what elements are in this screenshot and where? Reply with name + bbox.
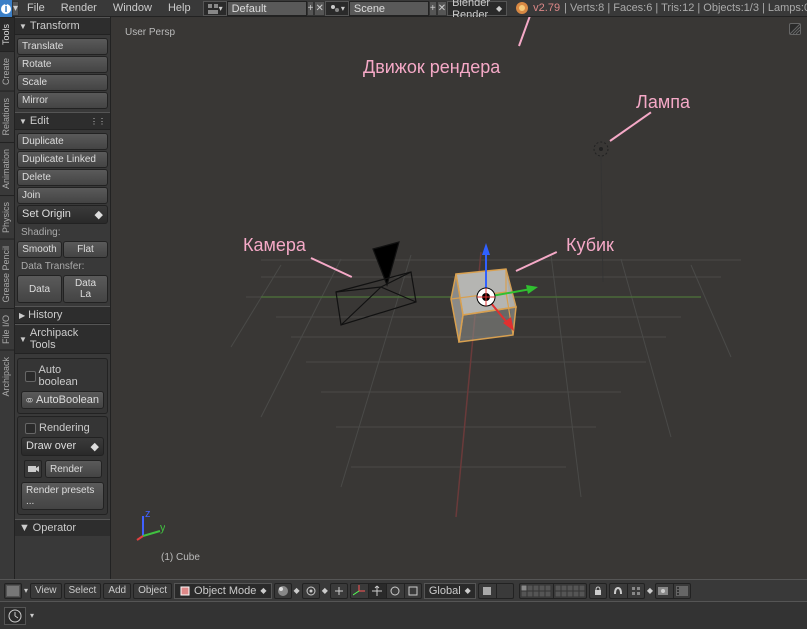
manipulator-rotate-icon[interactable] (386, 583, 404, 599)
mirror-button[interactable]: Mirror (17, 92, 108, 109)
vtab-physics[interactable]: Physics (0, 195, 14, 239)
snap-type-icon[interactable] (627, 583, 645, 599)
3d-viewport[interactable]: User Persp (111, 17, 807, 579)
rendering-row: Rendering (21, 420, 104, 436)
svg-text:y: y (160, 522, 165, 534)
menu-help[interactable]: Help (160, 0, 199, 16)
orientation-dropdown[interactable]: Global◆ (424, 583, 476, 599)
tool-tabs: Tools Create Relations Animation Physics… (0, 17, 15, 579)
menu-add[interactable]: Add (103, 583, 131, 599)
vtab-file-io[interactable]: File I/O (0, 308, 14, 350)
lamp-object[interactable] (594, 142, 608, 282)
menu-render[interactable]: Render (53, 0, 105, 16)
render-engine-dropdown[interactable]: Blender Render ◆ (447, 1, 507, 16)
render-preview-icon[interactable] (655, 583, 673, 599)
manipulator-scale-icon[interactable] (404, 583, 422, 599)
scene-browse-dropdown[interactable]: ▾ (325, 1, 349, 16)
render-anim-icon[interactable] (673, 583, 691, 599)
manipulate-center-icon[interactable] (330, 583, 348, 599)
rendering-checkbox[interactable] (25, 423, 36, 434)
vtab-archipack[interactable]: Archipack (0, 350, 14, 403)
layout-add-button[interactable]: + (307, 1, 315, 16)
translate-button[interactable]: Translate (17, 38, 108, 55)
flat-button[interactable]: Flat (63, 241, 108, 258)
camera-object[interactable] (336, 242, 416, 325)
layout-browse-dropdown[interactable]: ▾ (203, 1, 227, 16)
scene-name-input[interactable] (349, 1, 429, 16)
mode-dropdown[interactable]: Object Mode ◆ (174, 583, 272, 599)
snap-toggle-icon[interactable] (609, 583, 627, 599)
scene-delete-button[interactable]: ✕ (437, 1, 447, 16)
info-editor-icon[interactable]: i (0, 0, 12, 17)
data-button[interactable]: Data (17, 275, 62, 303)
auto-boolean-row: Auto boolean (21, 362, 104, 390)
layer-1[interactable] (478, 583, 496, 599)
layer-2[interactable] (496, 583, 514, 599)
shading-mode-icon[interactable] (274, 583, 292, 599)
lock-icon[interactable] (589, 583, 607, 599)
panel-archipack-header[interactable]: ▼Archipack Tools (15, 324, 110, 354)
editor-type-icon[interactable] (4, 583, 22, 599)
panel-transform-header[interactable]: ▼Transform (15, 17, 110, 35)
manipulator-toggle-icon[interactable] (350, 583, 368, 599)
operator-panel-header[interactable]: ▼ Operator (15, 519, 110, 536)
expand-down-icon[interactable]: ▾ (12, 1, 19, 16)
timeline-editor-icon[interactable] (4, 607, 26, 625)
render-presets-button[interactable]: Render presets ... (21, 482, 104, 510)
join-button[interactable]: Join (17, 187, 108, 204)
menu-view[interactable]: View (30, 583, 62, 599)
panel-history-header[interactable]: ▶History (15, 306, 110, 324)
vtab-relations[interactable]: Relations (0, 91, 14, 142)
draw-over-dropdown[interactable]: Draw over◆ (21, 437, 104, 456)
data-transfer-label: Data Transfer: (17, 259, 108, 274)
vtab-animation[interactable]: Animation (0, 142, 14, 195)
vtab-create[interactable]: Create (0, 51, 14, 91)
pivot-icon[interactable] (302, 583, 320, 599)
menu-select[interactable]: Select (64, 583, 102, 599)
data-layout-button[interactable]: Data La (63, 275, 108, 303)
scene-add-button[interactable]: + (429, 1, 437, 16)
layout-delete-button[interactable]: ✕ (314, 1, 324, 16)
top-menu-bar: i ▾ File Render Window Help ▾ + ✕ ▾ + ✕ … (0, 0, 807, 17)
layers-grid[interactable] (519, 583, 587, 599)
camera-icon-button[interactable] (24, 460, 42, 478)
smooth-button[interactable]: Smooth (17, 241, 62, 258)
stats-text: Verts:8 | Faces:6 | Tris:12 | Objects:1/… (570, 2, 807, 14)
scale-button[interactable]: Scale (17, 74, 108, 91)
menu-window[interactable]: Window (105, 0, 160, 16)
viewport-header: ▾ View Select Add Object Object Mode ◆ ◆… (0, 579, 807, 601)
set-origin-dropdown[interactable]: Set Origin◆ (17, 205, 108, 224)
vtab-tools[interactable]: Tools (0, 17, 14, 51)
panel-edit-header[interactable]: ▼Edit⋮⋮ (15, 112, 110, 130)
tool-shelf: ▼Transform Translate Rotate Scale Mirror… (15, 17, 111, 579)
header-stats: v2.79 | Verts:8 | Faces:6 | Tris:12 | Ob… (515, 0, 807, 16)
active-object-label: (1) Cube (161, 552, 200, 563)
svg-text:i: i (4, 3, 7, 15)
duplicate-linked-button[interactable]: Duplicate Linked (17, 151, 108, 168)
layout-name-input[interactable] (227, 1, 307, 16)
delete-button[interactable]: Delete (17, 169, 108, 186)
menu-object[interactable]: Object (133, 583, 172, 599)
render-button[interactable]: Render (45, 460, 102, 478)
rotate-button[interactable]: Rotate (17, 56, 108, 73)
vtab-grease-pencil[interactable]: Grease Pencil (0, 239, 14, 309)
menu-file[interactable]: File (19, 0, 53, 16)
manipulator-translate-icon[interactable] (368, 583, 386, 599)
auto-boolean-button[interactable]: AutoBoolean (21, 391, 104, 409)
duplicate-button[interactable]: Duplicate (17, 133, 108, 150)
version-label: v2.79 (533, 2, 560, 14)
axis-triad: z y (135, 511, 165, 541)
timeline-header: ▾ (0, 601, 807, 629)
auto-boolean-checkbox[interactable] (25, 371, 36, 382)
shading-label: Shading: (17, 225, 108, 240)
svg-text:z: z (145, 511, 151, 520)
scene-canvas (111, 17, 807, 579)
